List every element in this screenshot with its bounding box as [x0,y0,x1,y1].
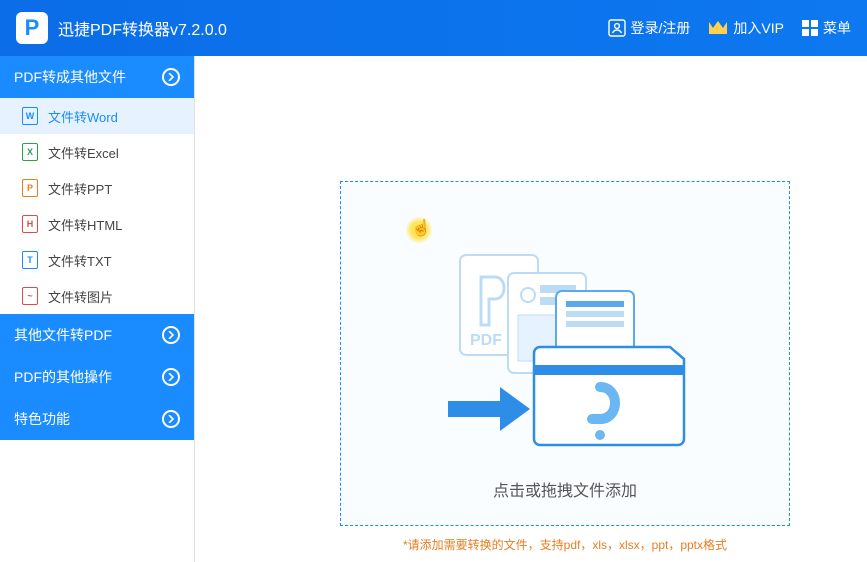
sidebar-category-label: 其他文件转PDF [14,325,112,345]
login-label: 登录/注册 [631,18,691,38]
logo-p-icon: P [25,15,40,41]
sidebar-category-label: PDF的其他操作 [14,367,112,387]
dropzone-text: 点击或拖拽文件添加 [341,477,789,501]
chevron-right-icon [162,410,180,428]
excel-file-icon: X [22,143,38,161]
ppt-file-icon: P [22,179,38,197]
sidebar-item-label: 文件转图片 [48,287,113,306]
image-file-icon: ~ [22,287,38,305]
vip-label: 加入VIP [733,18,784,38]
sidebar-item-label: 文件转Word [48,107,118,126]
sidebar-category-other-to-pdf[interactable]: 其他文件转PDF [0,314,194,356]
chevron-right-icon [162,68,180,86]
menu-button[interactable]: 菜单 [802,18,851,38]
svg-text:PDF: PDF [470,332,502,349]
sidebar: PDF转成其他文件 W 文件转Word X 文件转Excel P 文件转PPT … [0,56,195,562]
app-title: 迅捷PDF转换器v7.2.0.0 [58,16,227,40]
app-logo: P [16,12,48,44]
sidebar-item-to-ppt[interactable]: P 文件转PPT [0,170,194,206]
sidebar-category-pdf-to-other[interactable]: PDF转成其他文件 [0,56,194,98]
main-panel: PDF 点击或拖拽文件添加 * [195,56,867,562]
login-button[interactable]: 登录/注册 [608,18,691,38]
sidebar-category-label: 特色功能 [14,409,70,429]
sidebar-category-pdf-ops[interactable]: PDF的其他操作 [0,356,194,398]
sidebar-category-special[interactable]: 特色功能 [0,398,194,440]
sidebar-item-to-image[interactable]: ~ 文件转图片 [0,278,194,314]
user-icon [608,19,626,37]
word-file-icon: W [22,107,38,125]
chevron-right-icon [162,368,180,386]
sidebar-item-label: 文件转HTML [48,215,122,234]
sidebar-item-to-txt[interactable]: T 文件转TXT [0,242,194,278]
file-dropzone[interactable]: PDF 点击或拖拽文件添加 [340,181,790,526]
vip-button[interactable]: 加入VIP [708,18,784,38]
titlebar: P 迅捷PDF转换器v7.2.0.0 登录/注册 加入VIP 菜单 [0,0,867,56]
format-hint: *请添加需要转换的文件，支持pdf，xls，xlsx，ppt，pptx格式 [340,536,790,553]
menu-label: 菜单 [823,18,851,38]
chevron-right-icon [162,326,180,344]
sidebar-item-to-html[interactable]: H 文件转HTML [0,206,194,242]
sidebar-item-to-word[interactable]: W 文件转Word [0,98,194,134]
sidebar-item-label: 文件转PPT [48,179,112,198]
grid-icon [802,20,818,36]
sidebar-item-label: 文件转Excel [48,143,119,162]
sidebar-item-to-excel[interactable]: X 文件转Excel [0,134,194,170]
sidebar-item-label: 文件转TXT [48,251,112,270]
vip-icon [708,20,728,36]
sidebar-category-label: PDF转成其他文件 [14,67,126,87]
dropzone-illustration-icon: PDF [440,237,690,452]
txt-file-icon: T [22,251,38,269]
html-file-icon: H [22,215,38,233]
